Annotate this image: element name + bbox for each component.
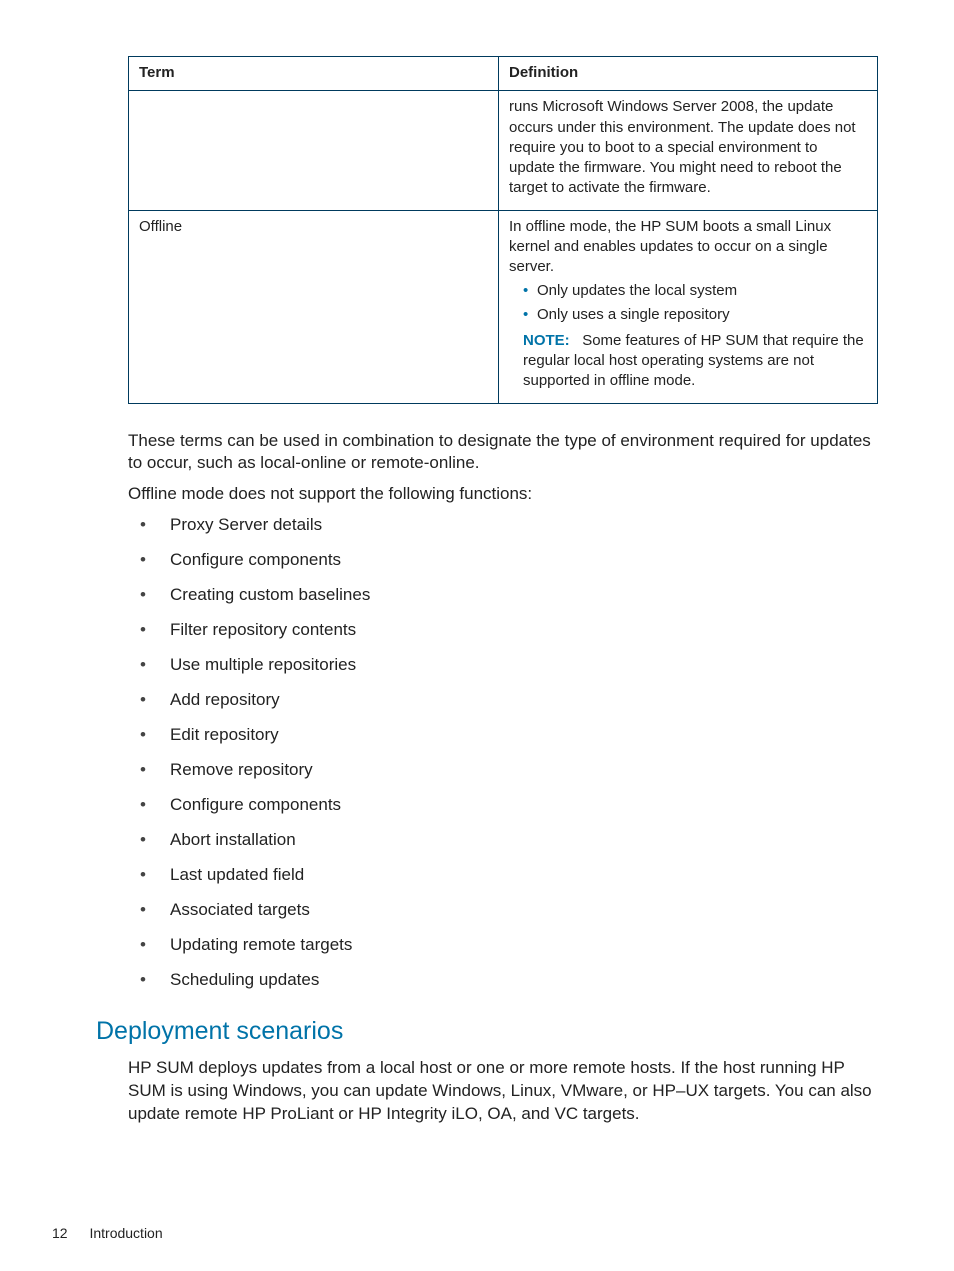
table-row: Offline In offline mode, the HP SUM boot… <box>129 210 878 403</box>
cell-term <box>129 91 499 210</box>
list-item: Proxy Server details <box>128 514 874 537</box>
list-item: Scheduling updates <box>128 969 874 992</box>
list-item: Edit repository <box>128 724 874 747</box>
unsupported-functions-list: Proxy Server details Configure component… <box>128 514 874 991</box>
chapter-title: Introduction <box>89 1225 162 1241</box>
note-text: Some features of HP SUM that require the… <box>523 332 864 390</box>
page-content: Term Definition runs Microsoft Windows S… <box>0 0 954 1126</box>
header-definition: Definition <box>499 57 878 91</box>
cell-definition: In offline mode, the HP SUM boots a smal… <box>499 210 878 403</box>
section-heading: Deployment scenarios <box>96 1015 878 1049</box>
list-item: Add repository <box>128 689 874 712</box>
table-header-row: Term Definition <box>129 57 878 91</box>
table-row: runs Microsoft Windows Server 2008, the … <box>129 91 878 210</box>
list-item: Last updated field <box>128 864 874 887</box>
header-term: Term <box>129 57 499 91</box>
list-item: Updating remote targets <box>128 934 874 957</box>
paragraph: These terms can be used in combination t… <box>128 430 878 476</box>
definition-text: runs Microsoft Windows Server 2008, the … <box>509 97 867 198</box>
note-block: NOTE: Some features of HP SUM that requi… <box>509 331 867 392</box>
list-item: Use multiple repositories <box>128 654 874 677</box>
page-footer: 12 Introduction <box>52 1224 163 1243</box>
list-item: Configure components <box>128 794 874 817</box>
cell-definition: runs Microsoft Windows Server 2008, the … <box>499 91 878 210</box>
list-item: Filter repository contents <box>128 619 874 642</box>
definition-bullet-list: Only updates the local system Only uses … <box>509 281 867 325</box>
list-item: Associated targets <box>128 899 874 922</box>
section-paragraph: HP SUM deploys updates from a local host… <box>128 1057 878 1126</box>
list-item: Only updates the local system <box>523 281 867 301</box>
deployment-section: Deployment scenarios HP SUM deploys upda… <box>128 1015 878 1126</box>
paragraph: Offline mode does not support the follow… <box>128 483 878 506</box>
list-item: Remove repository <box>128 759 874 782</box>
body-paragraphs: These terms can be used in combination t… <box>128 430 878 507</box>
note-label: NOTE: <box>523 332 570 349</box>
list-item: Configure components <box>128 549 874 572</box>
definition-intro: In offline mode, the HP SUM boots a smal… <box>509 217 867 278</box>
term-definition-table: Term Definition runs Microsoft Windows S… <box>128 56 878 404</box>
page-number: 12 <box>52 1225 68 1241</box>
cell-term: Offline <box>129 210 499 403</box>
list-item: Creating custom baselines <box>128 584 874 607</box>
list-item: Only uses a single repository <box>523 305 867 325</box>
list-item: Abort installation <box>128 829 874 852</box>
